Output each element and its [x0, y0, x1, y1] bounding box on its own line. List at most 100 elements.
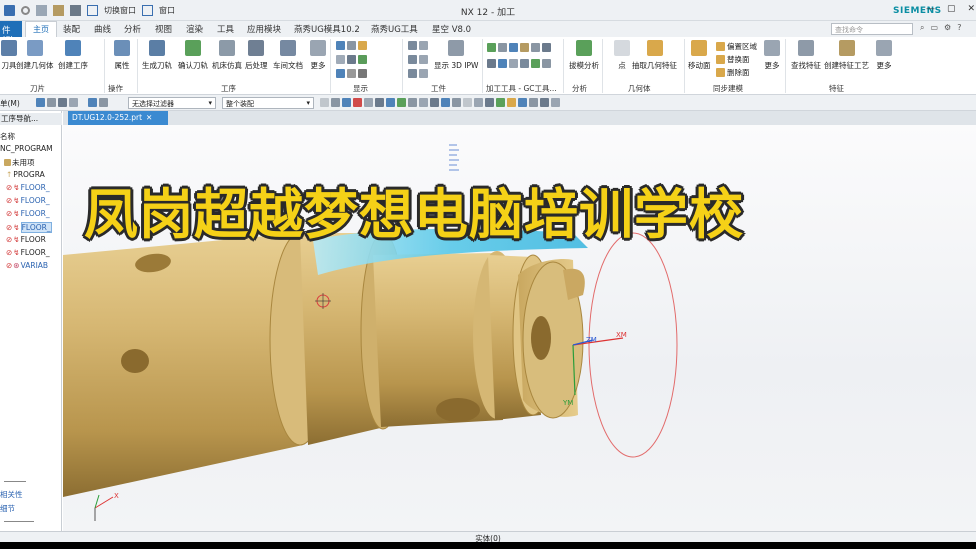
- window-title: NX 12 - 加工: [460, 8, 516, 18]
- close-tab-icon[interactable]: ✕: [146, 113, 152, 122]
- svg-text:ZM: ZM: [586, 336, 597, 344]
- create-feature-process-button[interactable]: 创建特征工艺: [824, 40, 869, 71]
- status-icon: ⊘: [6, 248, 13, 257]
- group-geometry: 几何体: [628, 84, 651, 93]
- point-button[interactable]: 点: [614, 40, 630, 71]
- offset-region-item[interactable]: 偏置区域: [716, 41, 757, 52]
- operation-navigator: 工序导航... 名称 NC_PROGRAM 未用项 ↑ PROGRA ⊘ ↯ FLOO…: [0, 111, 62, 531]
- point-icon: [614, 40, 630, 56]
- display-tools-3[interactable]: [336, 69, 367, 78]
- tool-button[interactable]: 刀具: [1, 40, 17, 71]
- menu-button[interactable]: 单(M): [0, 98, 20, 109]
- shop-doc-button[interactable]: 车间文档: [273, 40, 303, 71]
- path-icon: ↯: [13, 235, 20, 244]
- document-tab[interactable]: DT.UG12.0-252.prt ✕: [68, 111, 168, 125]
- tree-node-floor-1[interactable]: ⊘ ↯ FLOOR_: [6, 183, 50, 192]
- navigator-column-name: 名称: [0, 132, 15, 141]
- tree-node-unused[interactable]: 未用项: [4, 157, 35, 168]
- selection-filter-dropdown[interactable]: 无选择过滤器 ▾: [128, 97, 216, 109]
- group-analysis: 分析: [572, 84, 587, 93]
- machine-simulation-button[interactable]: 机床仿真: [212, 40, 242, 71]
- properties-icon: [114, 40, 130, 56]
- menu-right-icons: ⌕ ▭ ⚙ ?: [920, 23, 961, 33]
- assembly-scope-dropdown[interactable]: 整个装配 ▾: [222, 97, 314, 109]
- svg-text:XM: XM: [616, 331, 627, 339]
- tab-home[interactable]: 主页: [25, 21, 57, 37]
- show-3d-ipw-button[interactable]: 显示 3D IPW: [434, 40, 478, 71]
- path-icon: ↯: [13, 183, 20, 192]
- file-menu[interactable]: 件(F): [0, 21, 22, 46]
- more-icon: [876, 40, 892, 56]
- maximize-icon[interactable]: ▢: [947, 4, 956, 14]
- create-geometry-button[interactable]: 创建几何体: [16, 40, 54, 71]
- workpiece-tools-1[interactable]: [408, 41, 428, 50]
- postprocess-icon: [248, 40, 265, 56]
- path-icon: ↯: [13, 223, 20, 232]
- generate-toolpath-button[interactable]: 生成刀轨: [142, 40, 172, 71]
- selection-icons-left[interactable]: [36, 98, 108, 107]
- close-icon[interactable]: ✕: [968, 4, 976, 14]
- settings-icon[interactable]: ⚙: [944, 23, 951, 33]
- feature-process-icon: [838, 40, 855, 56]
- display-tools-2[interactable]: [336, 55, 367, 64]
- ribbon: 刀具 创建几何体 创建工序 属性 生成刀轨 确认刀轨 机床仿真 后处理 车间文档…: [0, 37, 976, 95]
- bottom-border: [0, 542, 976, 549]
- workpiece-tools-3[interactable]: [408, 69, 428, 78]
- gc-tools-row-2[interactable]: [487, 59, 551, 68]
- verify-toolpath-button[interactable]: 确认刀轨: [178, 40, 208, 71]
- draft-analysis-button[interactable]: 拔模分析: [569, 40, 599, 71]
- tab-yanxiu-tools[interactable]: 燕秀UG工具: [371, 23, 418, 35]
- move-face-icon: [691, 40, 708, 56]
- tree-node-floor-5[interactable]: ⊘ ↯ FLOOR: [6, 235, 46, 244]
- tab-xingkong[interactable]: 星空 V8.0: [432, 23, 471, 35]
- tab-view[interactable]: 视图: [155, 23, 172, 35]
- postprocess-button[interactable]: 后处理: [245, 40, 268, 71]
- more-icon: [764, 40, 780, 56]
- command-search-input[interactable]: 查找命令: [831, 23, 913, 35]
- gc-tools-row-1[interactable]: [487, 43, 551, 52]
- tree-node-floor-2[interactable]: ⊘ ↯ FLOOR_: [6, 196, 50, 205]
- display-tools-1[interactable]: [336, 41, 367, 50]
- more-sync-button[interactable]: 更多: [764, 40, 780, 71]
- properties-button[interactable]: 属性: [114, 40, 130, 71]
- tab-assembly[interactable]: 装配: [63, 23, 80, 35]
- tab-yanxiu-mold[interactable]: 燕秀UG模具10.2: [294, 23, 360, 35]
- delete-face-item[interactable]: 删除面: [716, 67, 750, 78]
- layout-icon[interactable]: ▭: [930, 23, 938, 33]
- tab-tools[interactable]: 工具: [217, 23, 234, 35]
- details-panel[interactable]: 细节: [0, 503, 15, 514]
- tab-application[interactable]: 应用模块: [247, 23, 281, 35]
- tree-node-floor-selected[interactable]: ⊘ ↯ FLOOR_: [6, 222, 52, 233]
- minimize-icon[interactable]: —: [926, 4, 935, 14]
- group-workpiece: 工件: [431, 84, 446, 93]
- more-feature-button[interactable]: 更多: [876, 40, 892, 71]
- nc-program-root[interactable]: NC_PROGRAM: [0, 144, 53, 153]
- help-icon[interactable]: ?: [957, 23, 961, 33]
- path-icon: ↯: [13, 248, 20, 257]
- snap-toolbar[interactable]: [320, 98, 560, 107]
- more-ops-button[interactable]: 更多: [310, 40, 326, 71]
- tree-node-program[interactable]: ↑ PROGRA: [6, 170, 45, 179]
- find-feature-icon: [798, 40, 814, 56]
- move-face-button[interactable]: 移动面: [688, 40, 711, 71]
- find-feature-button[interactable]: 查找特征: [791, 40, 821, 71]
- tree-node-floor-3[interactable]: ⊘ ↯ FLOOR_: [6, 209, 50, 218]
- replace-face-item[interactable]: 替换面: [716, 54, 750, 65]
- search-icon[interactable]: ⌕: [920, 23, 924, 33]
- navigator-title: 工序导航...: [0, 113, 62, 125]
- tree-node-variable[interactable]: ⊘ ⊛ VARIAB: [6, 261, 48, 270]
- draft-analysis-icon: [576, 40, 592, 56]
- dependencies-panel[interactable]: 相关性: [0, 489, 23, 500]
- group-insert: 刀片: [30, 84, 45, 93]
- tab-curve[interactable]: 曲线: [94, 23, 111, 35]
- svg-text:YM: YM: [562, 399, 573, 407]
- create-operation-button[interactable]: 创建工序: [58, 40, 88, 71]
- folder-icon: [4, 159, 11, 166]
- path-icon: ↯: [13, 196, 20, 205]
- extract-geometry-button[interactable]: 抽取几何特征: [632, 40, 677, 71]
- tab-render[interactable]: 渲染: [186, 23, 203, 35]
- tree-node-floor-6[interactable]: ⊘ ↯ FLOOR_: [6, 248, 50, 257]
- workpiece-tools-2[interactable]: [408, 55, 428, 64]
- program-icon: ↑: [6, 170, 13, 179]
- tab-analysis[interactable]: 分析: [124, 23, 141, 35]
